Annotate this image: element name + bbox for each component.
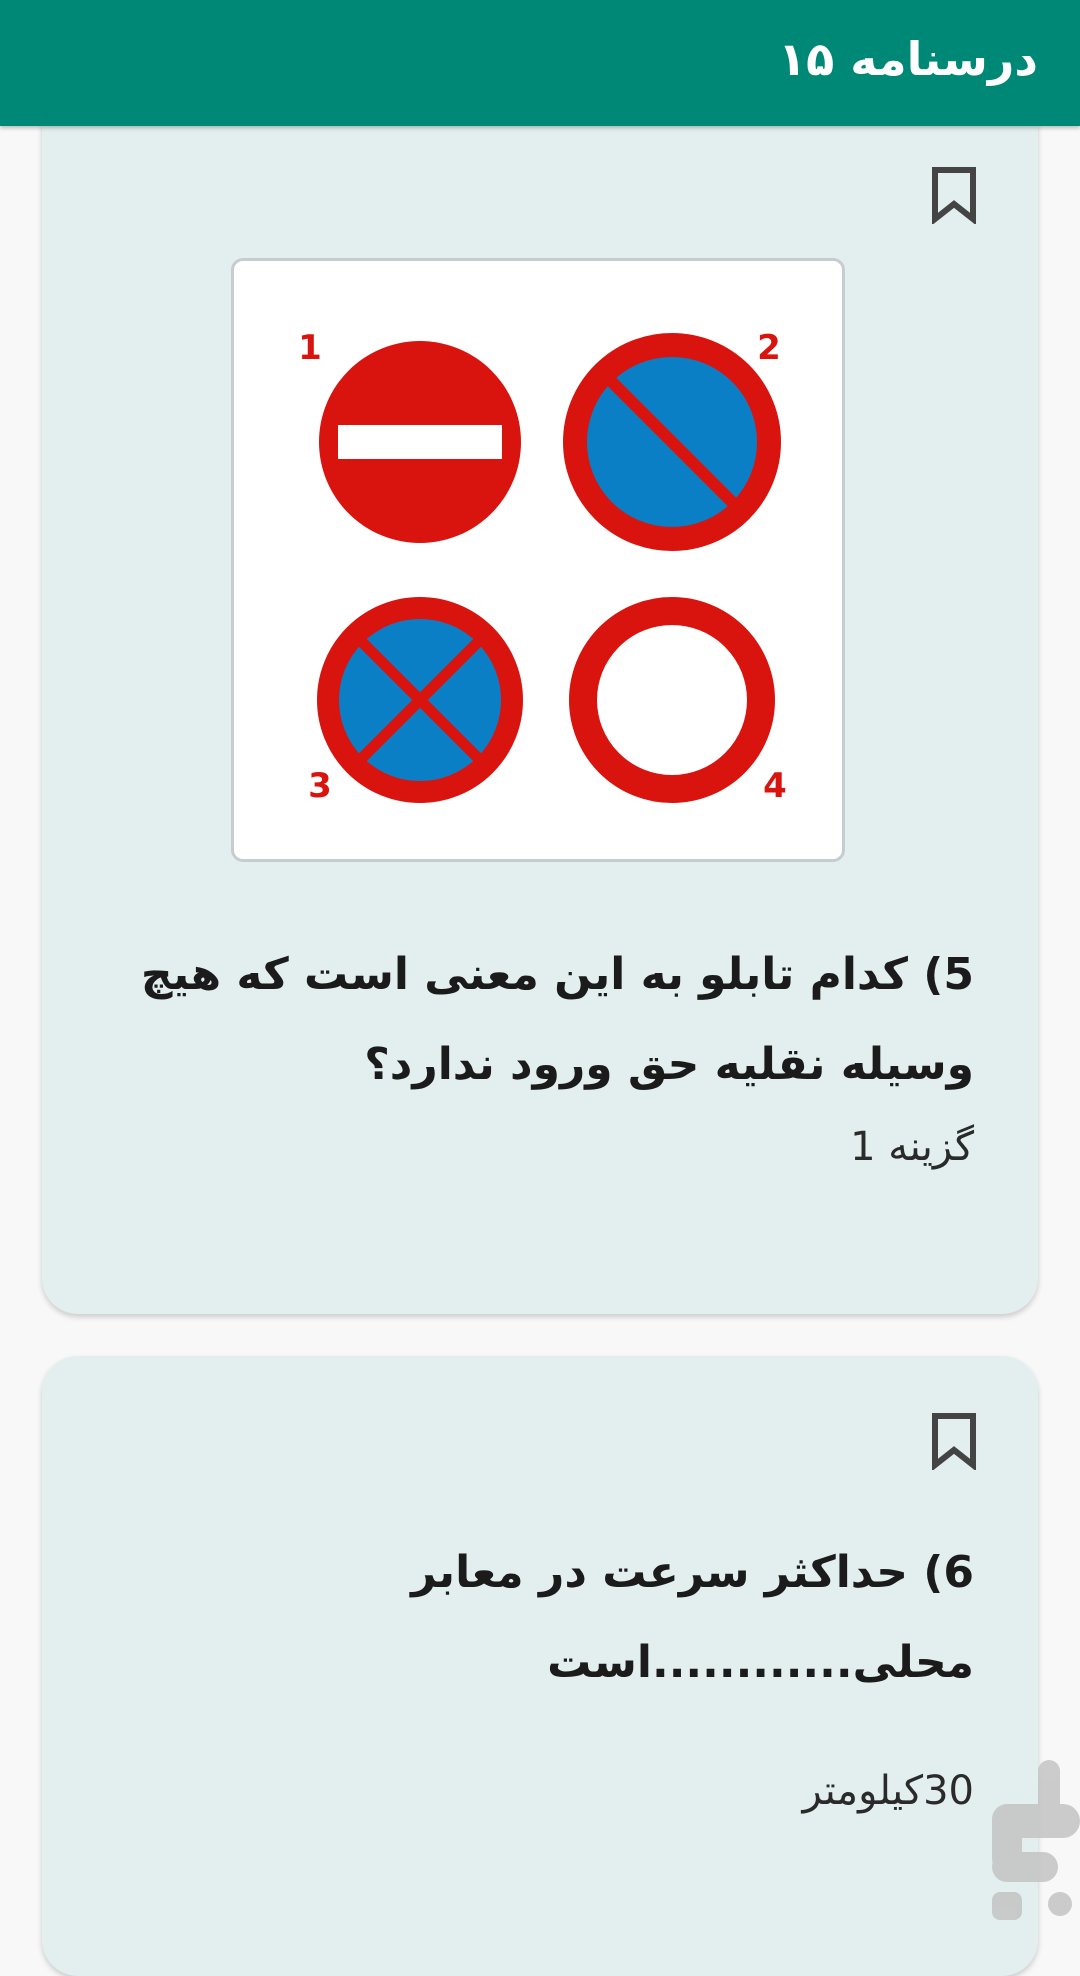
bookmark-icon[interactable] <box>930 166 978 224</box>
no-parking-sign <box>563 333 781 551</box>
no-vehicles-sign <box>569 597 775 803</box>
question-text: 6) حداکثر سرعت در معابر محلی............… <box>411 1547 974 1688</box>
question-card: 6) حداکثر سرعت در معابر محلی............… <box>42 1356 1038 1976</box>
answer-text: گزینه 1 <box>850 1124 974 1170</box>
question-image: 1 2 3 4 <box>231 258 845 862</box>
traffic-signs-figure: 1 2 3 4 <box>298 328 787 806</box>
question-card: 1 2 3 4 5) کدام تابلو به این معنی است که… <box>42 92 1038 1314</box>
no-stopping-sign <box>317 597 523 803</box>
sign-label-2: 2 <box>757 328 781 368</box>
question-text: 5) کدام تابلو به این معنی است که هیچ وسی… <box>140 949 974 1090</box>
sign-label-4: 4 <box>763 766 787 806</box>
store-logo-icon <box>992 1760 1080 1920</box>
page-title: درسنامه ۱۵ <box>778 32 1038 86</box>
sign-label-1: 1 <box>298 328 322 368</box>
answer-text: 30کیلومتر <box>802 1768 975 1814</box>
app-bar: درسنامه ۱۵ <box>0 0 1080 126</box>
no-entry-sign <box>319 341 521 543</box>
sign-label-3: 3 <box>308 766 332 806</box>
bookmark-icon[interactable] <box>930 1412 978 1470</box>
